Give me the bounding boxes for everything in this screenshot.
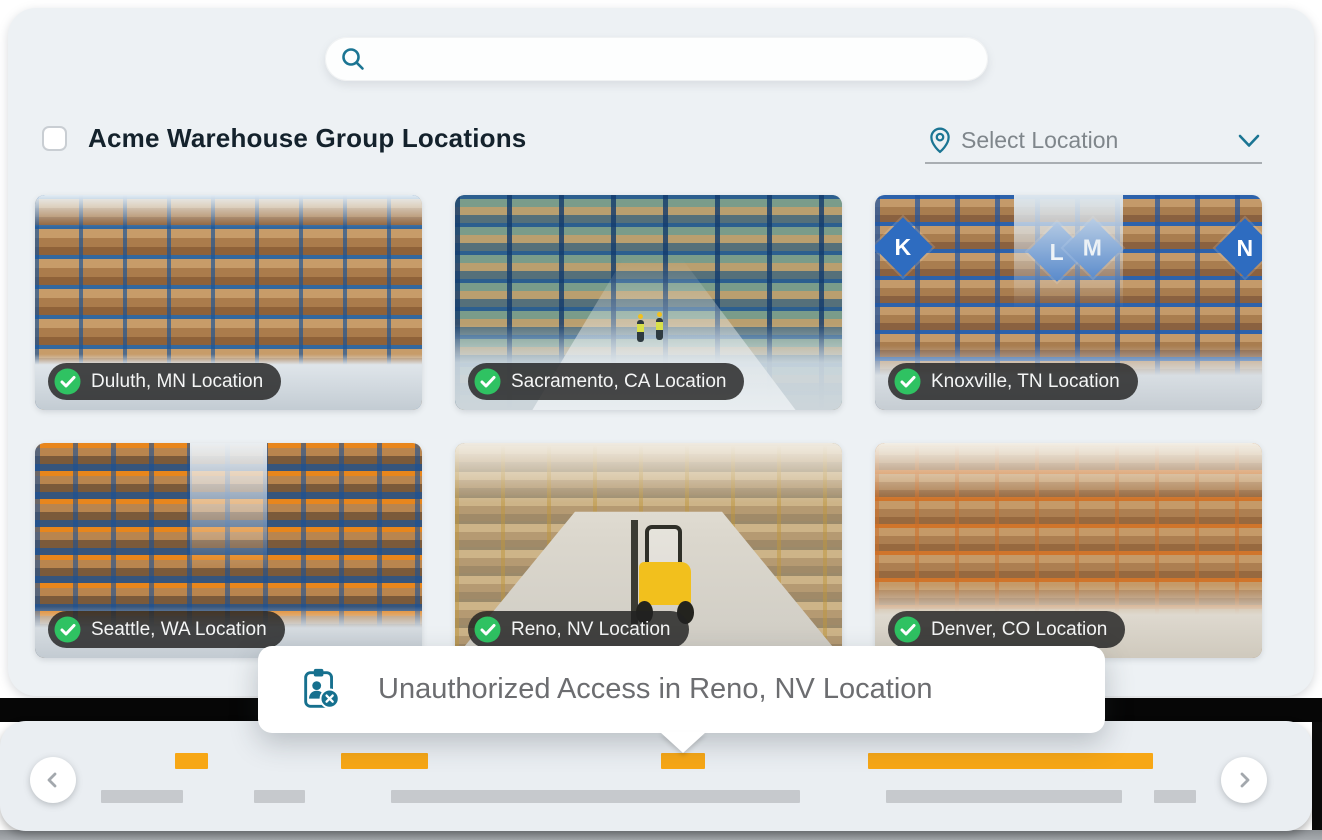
timeline-next-button[interactable]: [1221, 757, 1267, 803]
aisle-letter: N: [1237, 235, 1254, 262]
location-card-seattle[interactable]: Seattle, WA Location: [35, 443, 422, 658]
location-label-pill: Reno, NV Location: [468, 611, 689, 648]
chevron-down-icon: [1238, 134, 1260, 148]
video-bottom-strip: [0, 830, 1322, 840]
verified-check-icon: [54, 616, 81, 643]
location-name: Seattle, WA Location: [91, 619, 267, 641]
chevron-right-icon: [1235, 771, 1253, 789]
verified-check-icon: [474, 368, 501, 395]
location-card-duluth[interactable]: Duluth, MN Location: [35, 195, 422, 410]
search-icon: [340, 46, 366, 72]
timeline-prev-button[interactable]: [30, 757, 76, 803]
timeline-activity-segment[interactable]: [391, 790, 800, 803]
location-name: Sacramento, CA Location: [511, 371, 726, 393]
aisle-marker: K: [875, 217, 933, 276]
location-name: Knoxville, TN Location: [931, 371, 1120, 393]
aisle-marker: M: [1063, 218, 1122, 277]
timeline-alert-segment[interactable]: [175, 753, 208, 769]
warehouse-monitoring-page: Acme Warehouse Group Locations Select Lo…: [0, 0, 1322, 840]
timeline-alert-segment[interactable]: [868, 753, 1153, 769]
worker-figure: [656, 318, 663, 340]
location-pin-icon: [927, 126, 953, 154]
timeline-activity-segment[interactable]: [101, 790, 183, 803]
location-name: Denver, CO Location: [931, 619, 1107, 641]
location-label-pill: Seattle, WA Location: [48, 611, 285, 648]
location-label-pill: Duluth, MN Location: [48, 363, 281, 400]
verified-check-icon: [894, 368, 921, 395]
video-background-sliver: [1312, 722, 1322, 830]
location-card-knoxville[interactable]: K L M N Knoxville, TN Location: [875, 195, 1262, 410]
verified-check-icon: [54, 368, 81, 395]
aisle-marker: L: [1027, 222, 1086, 281]
location-select-label: Select Location: [961, 127, 1118, 154]
verified-check-icon: [474, 616, 501, 643]
timeline-alert-segment[interactable]: [661, 753, 705, 769]
timeline-alert-segment[interactable]: [341, 753, 428, 769]
location-card-sacramento[interactable]: Sacramento, CA Location: [455, 195, 842, 410]
aisle-letter: M: [1083, 234, 1102, 261]
aisle-letter: L: [1050, 239, 1064, 266]
location-select-dropdown[interactable]: Select Location: [925, 122, 1262, 164]
alert-message: Unauthorized Access in Reno, NV Location: [378, 646, 933, 733]
location-name: Reno, NV Location: [511, 619, 671, 641]
location-label-pill: Sacramento, CA Location: [468, 363, 744, 400]
location-name: Duluth, MN Location: [91, 371, 263, 393]
chevron-left-icon: [44, 771, 62, 789]
location-card-reno[interactable]: Reno, NV Location: [455, 443, 842, 658]
search-bar[interactable]: [325, 37, 988, 81]
alert-tooltip[interactable]: Unauthorized Access in Reno, NV Location: [258, 646, 1105, 733]
timeline-activity-segment[interactable]: [1154, 790, 1196, 803]
aisle-marker: N: [1215, 218, 1262, 277]
location-label-pill: Knoxville, TN Location: [888, 363, 1138, 400]
select-all-checkbox[interactable]: [42, 126, 67, 151]
timeline-activity-segment[interactable]: [886, 790, 1122, 803]
forklift: [625, 520, 695, 623]
page-title: Acme Warehouse Group Locations: [88, 123, 526, 154]
timeline-track[interactable]: [0, 721, 1312, 831]
location-card-denver[interactable]: Denver, CO Location: [875, 443, 1262, 658]
worker-figure: [637, 320, 644, 342]
search-input[interactable]: [381, 37, 971, 81]
verified-check-icon: [894, 616, 921, 643]
unauthorized-access-icon: [298, 666, 344, 712]
tooltip-caret: [660, 732, 706, 753]
location-select-underline: [925, 162, 1262, 164]
aisle-letter: K: [895, 234, 912, 261]
location-label-pill: Denver, CO Location: [888, 611, 1125, 648]
timeline-activity-segment[interactable]: [254, 790, 305, 803]
